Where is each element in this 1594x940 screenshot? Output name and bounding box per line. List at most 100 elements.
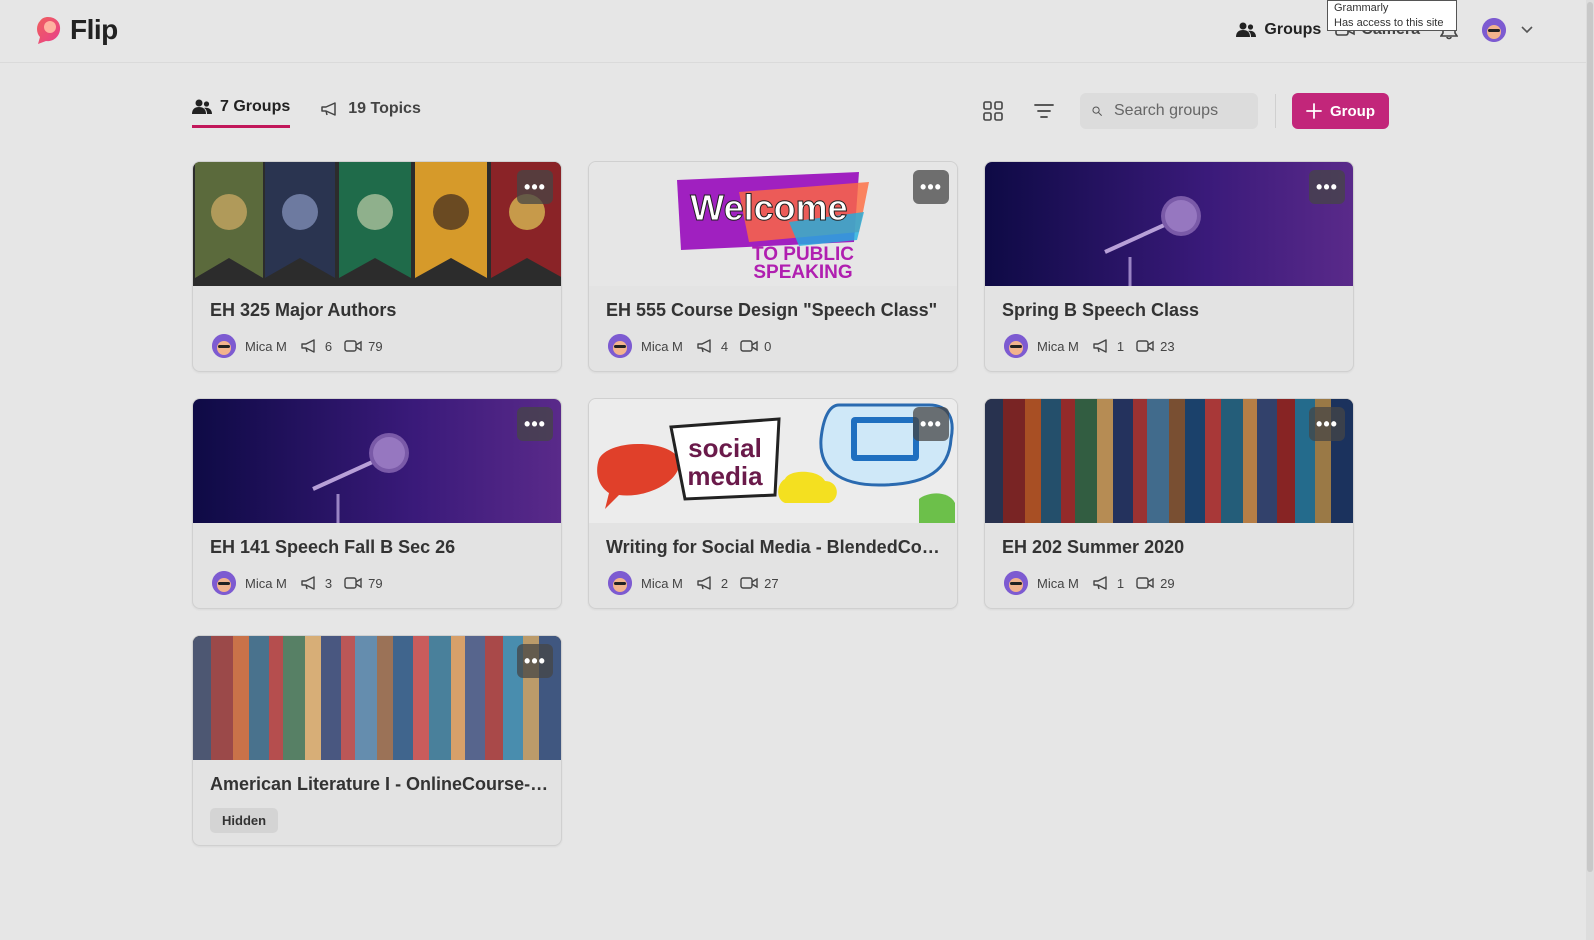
page-scrollbar[interactable] [1586,0,1594,940]
hidden-badge: Hidden [210,808,279,833]
plus-icon [1306,103,1322,119]
video-count: 27 [764,575,779,591]
owner-avatar [212,571,236,595]
group-thumbnail: Welcome TO PUBLIC SPEAKING [589,162,957,286]
topics-icon [301,339,319,353]
groups-icon [1236,22,1257,37]
flip-logo-icon [37,17,61,44]
tab-topics[interactable]: 19 Topics [320,98,421,128]
group-title: American Literature I - OnlineCourse-2..… [210,774,550,794]
topics-icon [1093,339,1111,353]
groups-icon [192,99,212,114]
topics-count: 2 [720,575,729,591]
add-group-button[interactable]: Group [1292,93,1389,129]
grammarly-tooltip: Grammarly Has access to this site [1327,0,1457,31]
owner-avatar [1004,334,1028,358]
group-thumbnail [193,399,561,523]
speaking-text: SPEAKING [753,262,852,283]
owner-name: Mica M [641,338,683,354]
group-meta: Mica M 6 79 [212,334,383,358]
video-count: 29 [1160,575,1175,591]
account-chevron-down-icon[interactable] [1520,25,1534,35]
owner-name: Mica M [1037,575,1079,591]
topics-icon [1093,576,1111,590]
more-options-button[interactable]: ••• [517,170,553,204]
groups-nav-label: Groups [1264,21,1322,38]
topics-icon [697,576,715,590]
tab-groups-label: 7 Groups [220,98,291,115]
more-options-button[interactable]: ••• [517,407,553,441]
group-thumbnail [985,399,1353,523]
group-card[interactable]: social media ••• Writing for Social Medi… [588,398,958,609]
owner-avatar [1004,571,1028,595]
group-card[interactable]: ••• Spring B Speech Class Mica M 1 23 [984,161,1354,372]
video-count: 79 [368,575,383,591]
group-thumbnail [193,636,561,760]
owner-avatar [608,571,632,595]
group-card[interactable]: ••• EH 325 Major Authors Mica M 6 79 [192,161,562,372]
owner-avatar [212,334,236,358]
view-tabs: 7 Groups 19 Topics [192,98,421,128]
more-options-button[interactable]: ••• [517,644,553,678]
filter-icon [1034,104,1054,118]
topics-count: 1 [1116,338,1125,354]
group-meta: Mica M 4 0 [608,334,771,358]
social-text: social [688,433,762,463]
owner-name: Mica M [641,575,683,591]
video-count: 79 [368,338,383,354]
search-input[interactable] [1112,101,1246,121]
group-title: EH 555 Course Design "Speech Class" [606,300,938,320]
group-card[interactable]: Welcome TO PUBLIC SPEAKING ••• EH 555 Co… [588,161,958,372]
video-icon [344,576,362,590]
scrollbar-thumb[interactable] [1587,2,1593,872]
owner-avatar [608,334,632,358]
user-avatar[interactable] [1482,18,1506,42]
video-count: 0 [764,338,772,354]
megaphone-icon [321,101,336,116]
tab-topics-label: 19 Topics [348,99,421,117]
video-icon [740,339,758,353]
flip-logo[interactable]: Flip [34,14,118,46]
group-title: EH 202 Summer 2020 [1002,537,1185,557]
video-count: 23 [1160,338,1175,354]
topics-count: 3 [324,575,333,591]
group-title: EH 325 Major Authors [210,300,397,320]
media-text: media [687,461,763,491]
search-box[interactable] [1080,93,1258,129]
topics-count: 6 [324,338,333,354]
group-card[interactable]: ••• American Literature I - OnlineCourse… [192,635,562,846]
topics-count: 4 [720,338,729,354]
group-title: Writing for Social Media - BlendedCour..… [606,537,946,557]
toolbar-divider [1275,94,1276,128]
groups-nav-link[interactable]: Groups [1236,21,1321,39]
group-meta: Mica M 1 23 [1004,334,1175,358]
more-options-button[interactable]: ••• [1309,170,1345,204]
group-card[interactable]: ••• EH 141 Speech Fall B Sec 26 Mica M 3… [192,398,562,609]
more-options-button[interactable]: ••• [913,407,949,441]
topics-count: 1 [1116,575,1125,591]
group-thumbnail: social media [589,399,957,523]
tooltip-title: Grammarly [1334,2,1389,14]
toolbar: Group [975,93,1389,129]
add-group-label: Group [1330,102,1375,120]
more-options-button[interactable]: ••• [913,170,949,204]
welcome-text: Welcome [690,187,847,228]
grid-view-button[interactable] [975,93,1011,129]
topics-icon [697,339,715,353]
video-icon [740,576,758,590]
topics-icon [301,576,319,590]
tab-groups[interactable]: 7 Groups [192,98,291,128]
owner-name: Mica M [1037,338,1079,354]
group-card[interactable]: ••• EH 202 Summer 2020 Mica M 1 29 [984,398,1354,609]
filter-button[interactable] [1026,93,1062,129]
video-icon [1136,576,1154,590]
group-meta: Mica M 3 79 [212,571,383,595]
group-thumbnail [985,162,1353,286]
more-options-button[interactable]: ••• [1309,407,1345,441]
group-meta: Mica M 2 27 [608,571,779,595]
search-icon [1092,106,1102,116]
group-title: EH 141 Speech Fall B Sec 26 [210,537,456,557]
app-name: Flip [70,14,118,45]
owner-name: Mica M [245,575,287,591]
tooltip-text: Has access to this site [1334,17,1444,29]
